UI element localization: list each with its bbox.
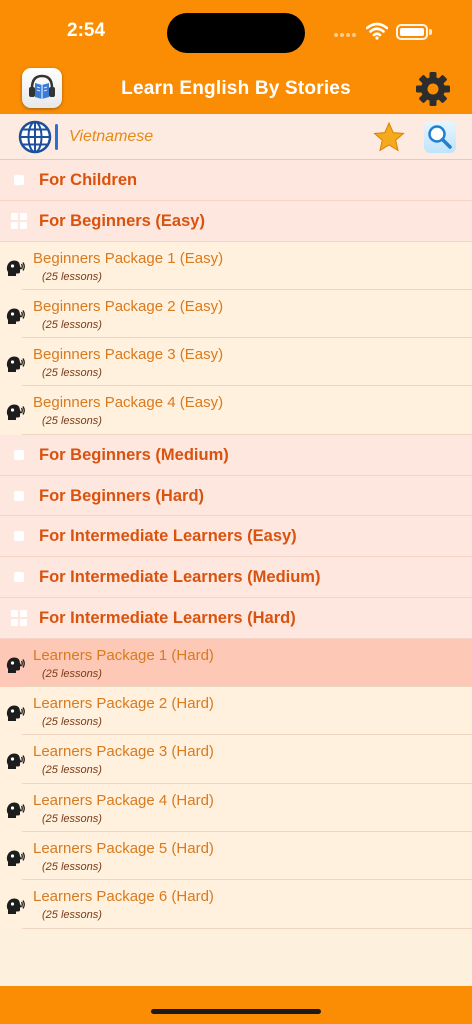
star-icon[interactable] (373, 122, 405, 152)
category-row[interactable]: For Beginners (Hard) (0, 475, 472, 517)
package-title: Learners Package 3 (Hard) (33, 743, 214, 761)
cellular-signal-icon (334, 33, 356, 37)
language-selector[interactable]: Vietnamese (69, 128, 153, 146)
category-row[interactable]: For Children (0, 160, 472, 201)
lesson-count: (25 lessons) (42, 667, 102, 680)
category-row[interactable]: For Intermediate Learners (Medium) (0, 557, 472, 598)
battery-icon (396, 24, 428, 40)
search-button[interactable] (424, 121, 456, 153)
lesson-list: For Children For Beginners (Easy) Beginner… (0, 160, 472, 929)
category-row[interactable]: For Intermediate Learners (Hard) (0, 597, 472, 639)
package-title: Beginners Package 3 (Easy) (33, 346, 224, 364)
category-label: For Beginners (Medium) (39, 445, 229, 464)
package-title: Learners Package 2 (Hard) (33, 695, 214, 713)
language-divider (55, 124, 58, 150)
category-label: For Children (39, 171, 138, 189)
category-row[interactable]: For Beginners (Easy) (0, 200, 472, 242)
app-title: Learn English By Stories (121, 78, 351, 99)
dynamic-island (167, 13, 305, 53)
category-label: For Beginners (Easy) (39, 211, 205, 230)
listening-head-icon (6, 802, 25, 818)
package-row[interactable]: Beginners Package 2 (Easy) (25 lessons) (0, 289, 472, 339)
package-title: Learners Package 4 (Hard) (33, 791, 214, 809)
lesson-count: (25 lessons) (42, 812, 102, 825)
package-row[interactable]: Beginners Package 3 (Easy) (25 lessons) (0, 338, 472, 387)
lesson-count: (25 lessons) (42, 318, 102, 331)
collapsed-icon (14, 449, 24, 460)
package-row[interactable]: Learners Package 4 (Hard) (25 lessons) (0, 783, 472, 832)
package-row[interactable]: Learners Package 5 (Hard) (25 lessons) (0, 831, 472, 881)
gear-icon[interactable] (415, 71, 451, 107)
lesson-count: (25 lessons) (42, 860, 102, 873)
package-row[interactable]: Learners Package 2 (Hard) (25 lessons) (0, 687, 472, 736)
category-label: For Intermediate Learners (Medium) (39, 568, 321, 587)
listening-head-icon (6, 850, 25, 866)
listening-head-icon (6, 753, 25, 770)
package-title: Beginners Package 4 (Easy) (33, 394, 224, 412)
package-title: Learners Package 1 (Hard) (33, 646, 214, 664)
wifi-icon (366, 22, 388, 40)
lesson-count: (25 lessons) (42, 367, 102, 380)
lesson-count: (25 lessons) (42, 415, 102, 428)
package-title: Learners Package 5 (Hard) (33, 839, 214, 857)
collapsed-icon (14, 531, 24, 542)
package-row[interactable]: Beginners Package 4 (Easy) (25 lessons) (0, 386, 472, 435)
package-title: Beginners Package 1 (Easy) (33, 249, 224, 267)
listening-head-icon (6, 705, 25, 722)
status-time: 2:54 (67, 20, 106, 41)
listening-head-icon (6, 898, 25, 915)
lesson-count: (25 lessons) (42, 716, 102, 729)
lesson-count: (25 lessons) (42, 764, 102, 777)
language-bar: Vietnamese (0, 114, 472, 160)
package-title: Learners Package 6 (Hard) (33, 888, 214, 906)
category-row[interactable]: For Intermediate Learners (Easy) (0, 516, 472, 558)
listening-head-icon (6, 404, 25, 421)
lesson-count: (25 lessons) (42, 909, 102, 922)
globe-icon[interactable] (18, 120, 52, 154)
collapsed-icon (14, 175, 24, 185)
listening-head-icon (6, 356, 25, 373)
category-label: For Beginners (Hard) (39, 486, 205, 505)
category-label: For Intermediate Learners (Easy) (39, 527, 297, 546)
package-row[interactable]: Learners Package 3 (Hard) (25 lessons) (0, 735, 472, 784)
collapsed-icon (14, 572, 24, 583)
package-row[interactable]: Learners Package 6 (Hard) (25 lessons) (0, 880, 472, 929)
lesson-count: (25 lessons) (42, 270, 102, 283)
package-title: Beginners Package 2 (Easy) (33, 297, 224, 315)
category-row[interactable]: For Beginners (Medium) (0, 434, 472, 476)
package-row[interactable]: Learners Package 1 (Hard) (25 lessons) (0, 638, 472, 688)
listening-head-icon (6, 308, 25, 324)
search-icon (428, 125, 452, 149)
expanded-icon (11, 212, 27, 229)
battery-tip (429, 29, 432, 35)
collapsed-icon (14, 490, 24, 501)
listening-head-icon (6, 260, 25, 276)
expanded-icon (11, 609, 27, 626)
package-row[interactable]: Beginners Package 1 (Easy) (25 lessons) (0, 241, 472, 290)
listening-head-icon (6, 657, 25, 673)
bottom-bar (0, 986, 472, 1024)
category-label: For Intermediate Learners (Hard) (39, 608, 296, 627)
home-indicator[interactable] (151, 1009, 321, 1014)
row-divider (22, 927, 472, 929)
